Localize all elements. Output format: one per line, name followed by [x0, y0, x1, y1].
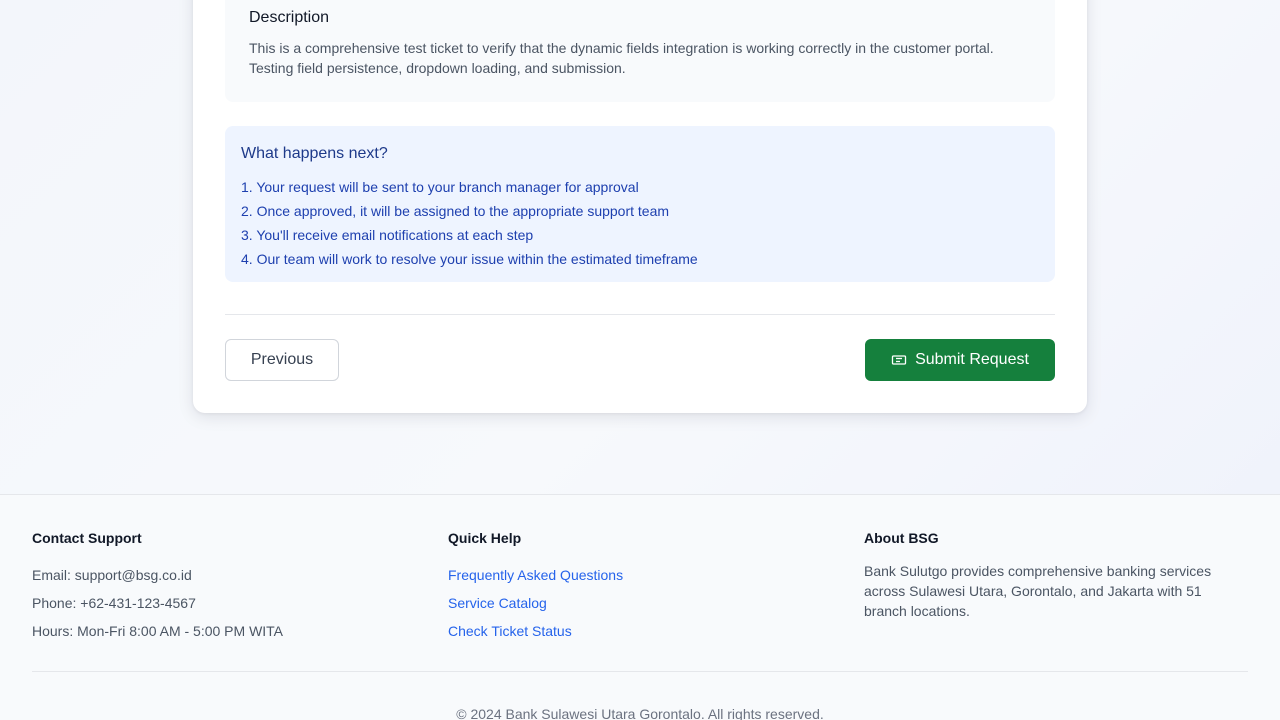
site-footer: Contact Support Email: support@bsg.co.id… — [0, 494, 1280, 720]
next-steps-list: 1. Your request will be sent to your bra… — [241, 175, 698, 271]
description-section: Description This is a comprehensive test… — [225, 0, 1055, 102]
next-steps-panel: What happens next? 1. Your request will … — [225, 126, 1055, 282]
submit-request-button[interactable]: Submit Request — [865, 339, 1055, 381]
quick-help-heading: Quick Help — [448, 530, 522, 546]
next-step-item: 4. Our team will work to resolve your is… — [241, 251, 698, 267]
review-card: Description This is a comprehensive test… — [193, 0, 1087, 413]
next-step-item: 1. Your request will be sent to your bra… — [241, 179, 639, 195]
next-steps-title: What happens next? — [241, 145, 388, 162]
about-column: About BSG Bank Sulutgo provides comprehe… — [864, 530, 1244, 621]
faq-link[interactable]: Frequently Asked Questions — [448, 561, 623, 589]
description-title: Description — [249, 9, 330, 26]
check-ticket-status-link[interactable]: Check Ticket Status — [448, 617, 623, 645]
contact-support-column: Contact Support Email: support@bsg.co.id… — [32, 530, 283, 645]
next-step-item: 2. Once approved, it will be assigned to… — [241, 203, 670, 219]
submit-request-label: Submit Request — [915, 351, 1029, 368]
quick-help-column: Quick Help Frequently Asked Questions Se… — [448, 530, 623, 645]
next-step-item: 3. You'll receive email notifications at… — [241, 227, 534, 243]
service-catalog-link[interactable]: Service Catalog — [448, 589, 623, 617]
about-heading: About BSG — [864, 530, 939, 546]
contact-email: Email: support@bsg.co.id — [32, 567, 192, 583]
contact-phone: Phone: +62-431-123-4567 — [32, 595, 196, 611]
previous-button[interactable]: Previous — [225, 339, 339, 381]
contact-support-heading: Contact Support — [32, 530, 142, 546]
contact-hours: Hours: Mon-Fri 8:00 AM - 5:00 PM WITA — [32, 623, 284, 639]
footer-divider — [32, 671, 1248, 672]
ticket-icon — [891, 352, 907, 368]
actions-divider — [225, 314, 1055, 315]
copyright-text: © 2024 Bank Sulawesi Utara Gorontalo. Al… — [456, 706, 824, 720]
description-text: This is a comprehensive test ticket to v… — [249, 40, 994, 76]
about-text: Bank Sulutgo provides comprehensive bank… — [864, 563, 1212, 619]
